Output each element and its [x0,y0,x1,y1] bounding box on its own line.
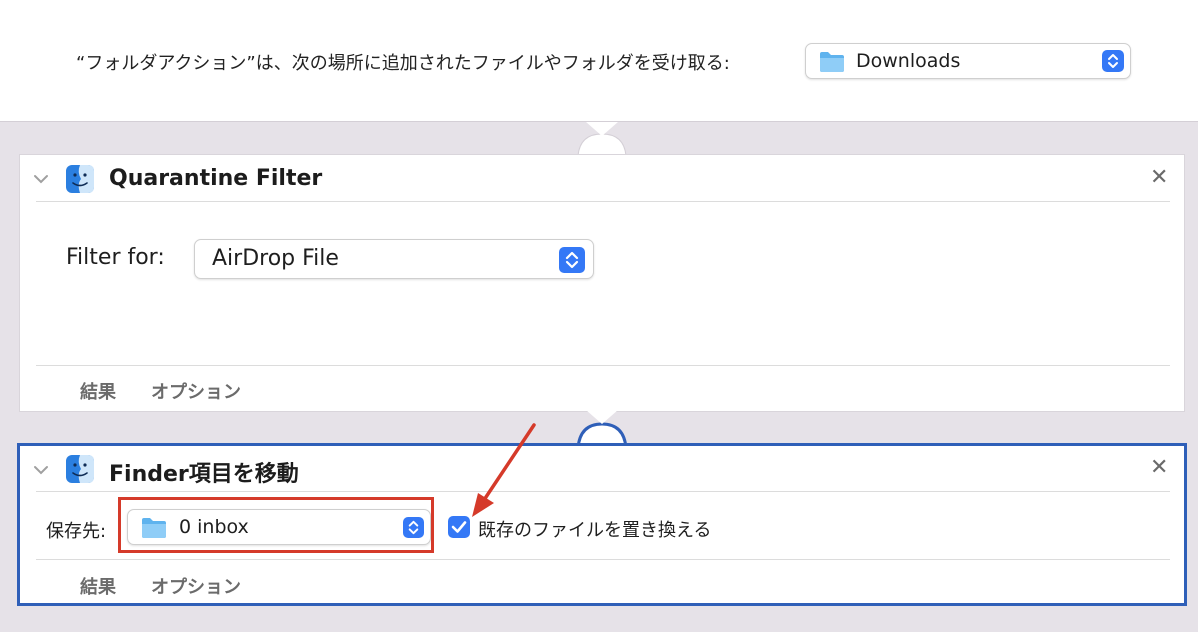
replace-existing-label: 既存のファイルを置き換える [478,520,712,541]
automator-workflow-window: “フォルダアクション”は、次の場所に追加されたファイルやフォルダを受け取る: D… [0,0,1198,632]
folder-action-description: “フォルダアクション”は、次の場所に追加されたファイルやフォルダを受け取る: [76,53,730,74]
folder-action-header: “フォルダアクション”は、次の場所に追加されたファイルやフォルダを受け取る: D… [0,0,1198,122]
divider [36,201,1170,202]
replace-existing-checkbox[interactable] [448,516,470,538]
annotation-highlight-box [118,497,434,553]
chevron-down-icon[interactable] [33,173,49,185]
folder-popup-stepper[interactable] [1102,50,1124,72]
up-down-chevron-icon [1108,54,1118,68]
destination-label: 保存先: [46,521,107,542]
action-title: Quarantine Filter [109,166,323,191]
tab-results[interactable]: 結果 [80,573,116,599]
folder-icon [820,52,844,72]
chevron-down-icon[interactable] [33,464,49,476]
tab-options[interactable]: オプション [151,573,241,599]
action-title: Finder項目を移動 [109,462,299,487]
close-icon[interactable]: ✕ [1150,167,1168,189]
connector-bump [577,122,627,156]
checkmark-icon [451,521,467,533]
divider [36,491,1170,492]
tab-results[interactable]: 結果 [80,378,116,404]
up-down-chevron-icon [565,251,579,269]
folder-popup-value: Downloads [856,50,961,72]
close-icon[interactable]: ✕ [1150,457,1168,479]
connector-bump [576,410,628,448]
quarantine-filter-action: Quarantine Filter ✕ Filter for: AirDrop … [19,154,1185,412]
filter-popup-stepper[interactable] [559,247,585,273]
divider [36,559,1170,560]
tab-options[interactable]: オプション [151,378,241,404]
filter-label: Filter for: [66,245,165,270]
filter-popup-value: AirDrop File [212,246,339,271]
filter-popup[interactable]: AirDrop File [194,239,594,279]
divider [36,365,1170,366]
finder-icon [66,455,94,483]
finder-icon [66,165,94,193]
folder-popup[interactable]: Downloads [805,43,1131,79]
